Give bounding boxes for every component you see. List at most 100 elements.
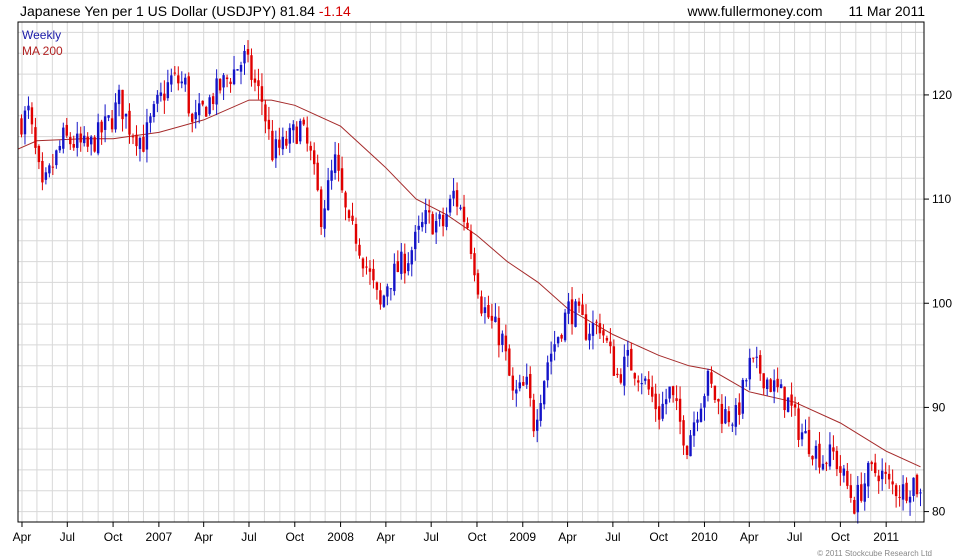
candle-body — [525, 376, 528, 385]
candle-body — [661, 403, 664, 419]
candle-body — [403, 253, 406, 274]
weekly-candle — [546, 355, 549, 388]
candle-body — [323, 208, 326, 229]
weekly-candle — [602, 324, 605, 343]
candle-body — [253, 78, 257, 83]
candle-body — [602, 330, 605, 336]
candle-body — [727, 411, 731, 423]
candle-body — [745, 380, 748, 382]
candle-body — [358, 244, 361, 256]
weekly-candle — [55, 149, 58, 169]
weekly-candle — [880, 458, 884, 491]
candle-body — [208, 97, 211, 114]
weekly-candle — [591, 310, 595, 350]
candle-body — [720, 403, 724, 424]
weekly-candle — [239, 61, 243, 85]
candle-body — [103, 116, 107, 130]
weekly-candle — [727, 406, 731, 427]
weekly-candle — [23, 106, 27, 145]
weekly-candle — [856, 476, 859, 524]
candle-body — [734, 405, 738, 427]
candle-body — [163, 93, 166, 101]
candle-body — [511, 375, 515, 391]
weekly-candle — [811, 455, 814, 466]
candle-body — [131, 136, 135, 138]
x-tick-label: Apr — [377, 530, 396, 544]
weekly-candle — [741, 377, 744, 419]
candle-body — [20, 118, 23, 135]
candle-body — [842, 468, 846, 476]
weekly-candle — [476, 269, 480, 299]
weekly-candle — [208, 94, 211, 116]
candle-body — [532, 399, 535, 432]
weekly-candle — [511, 367, 515, 401]
weekly-candle — [204, 105, 208, 117]
weekly-candle — [901, 475, 905, 511]
candle-body — [752, 357, 755, 359]
candle-body — [260, 86, 264, 102]
candle-body — [326, 180, 330, 211]
copyright-note: © 2011 Stockcube Research Ltd — [817, 549, 932, 558]
candle-body — [166, 82, 170, 99]
weekly-candle — [232, 55, 236, 86]
weekly-candle — [288, 123, 291, 153]
candle-body — [368, 268, 372, 272]
candle-body — [76, 133, 79, 148]
weekly-candle — [187, 72, 190, 117]
weekly-candle — [236, 69, 239, 71]
x-tick-label: Oct — [468, 530, 487, 544]
legend-ma200: MA 200 — [22, 44, 63, 58]
weekly-candle — [386, 283, 389, 306]
candle-body — [232, 69, 236, 85]
candle-body — [898, 496, 901, 498]
candle-body — [654, 393, 657, 410]
weekly-candle — [452, 178, 455, 207]
weekly-candle — [340, 156, 344, 193]
weekly-candle — [156, 90, 159, 113]
candle-body — [581, 304, 584, 315]
weekly-candle — [480, 290, 483, 317]
weekly-candle — [163, 80, 166, 114]
candle-body — [811, 455, 814, 460]
candle-body — [849, 485, 853, 498]
weekly-candle — [62, 122, 65, 154]
weekly-candle — [797, 401, 800, 448]
candle-body — [567, 301, 570, 314]
weekly-candle — [361, 257, 365, 277]
candle-body — [776, 378, 779, 388]
weekly-candle — [285, 130, 288, 149]
candle-body — [469, 230, 473, 255]
candle-body — [522, 382, 525, 386]
weekly-candle — [560, 333, 563, 342]
weekly-candle — [76, 121, 79, 157]
weekly-candle — [776, 367, 779, 393]
candle-body — [145, 122, 149, 150]
weekly-candle — [131, 133, 135, 145]
candle-body — [821, 463, 825, 470]
candle-body — [717, 398, 720, 402]
weekly-candle — [107, 115, 110, 122]
weekly-candle — [542, 380, 546, 410]
axes-layer: 80 90 100 110 120 Apr Jul Oct 2007 Apr Jul Oct 2008 A… — [13, 88, 953, 544]
candle-body — [114, 102, 117, 130]
weekly-candle — [577, 297, 581, 313]
weekly-candle — [661, 391, 664, 422]
y-tick-label: 110 — [932, 192, 951, 206]
candle-body — [438, 214, 441, 219]
weekly-candle — [539, 394, 542, 427]
candle-body — [299, 120, 302, 142]
price-chart: 80 90 100 110 120 Apr Jul Oct 2007 Apr Jul Oct 2008 A… — [13, 21, 953, 544]
weekly-candle — [79, 126, 82, 152]
weekly-candle — [344, 190, 347, 221]
weekly-candle — [713, 385, 717, 403]
candle-body — [128, 110, 131, 135]
weekly-candle — [379, 282, 382, 310]
candle-body — [79, 133, 82, 143]
weekly-candle — [619, 368, 623, 385]
candle-body — [427, 210, 431, 213]
candle-body — [194, 112, 197, 120]
candle-body — [536, 419, 539, 431]
candle-body — [605, 337, 609, 341]
candle-body — [333, 154, 337, 173]
weekly-candle — [738, 393, 741, 425]
